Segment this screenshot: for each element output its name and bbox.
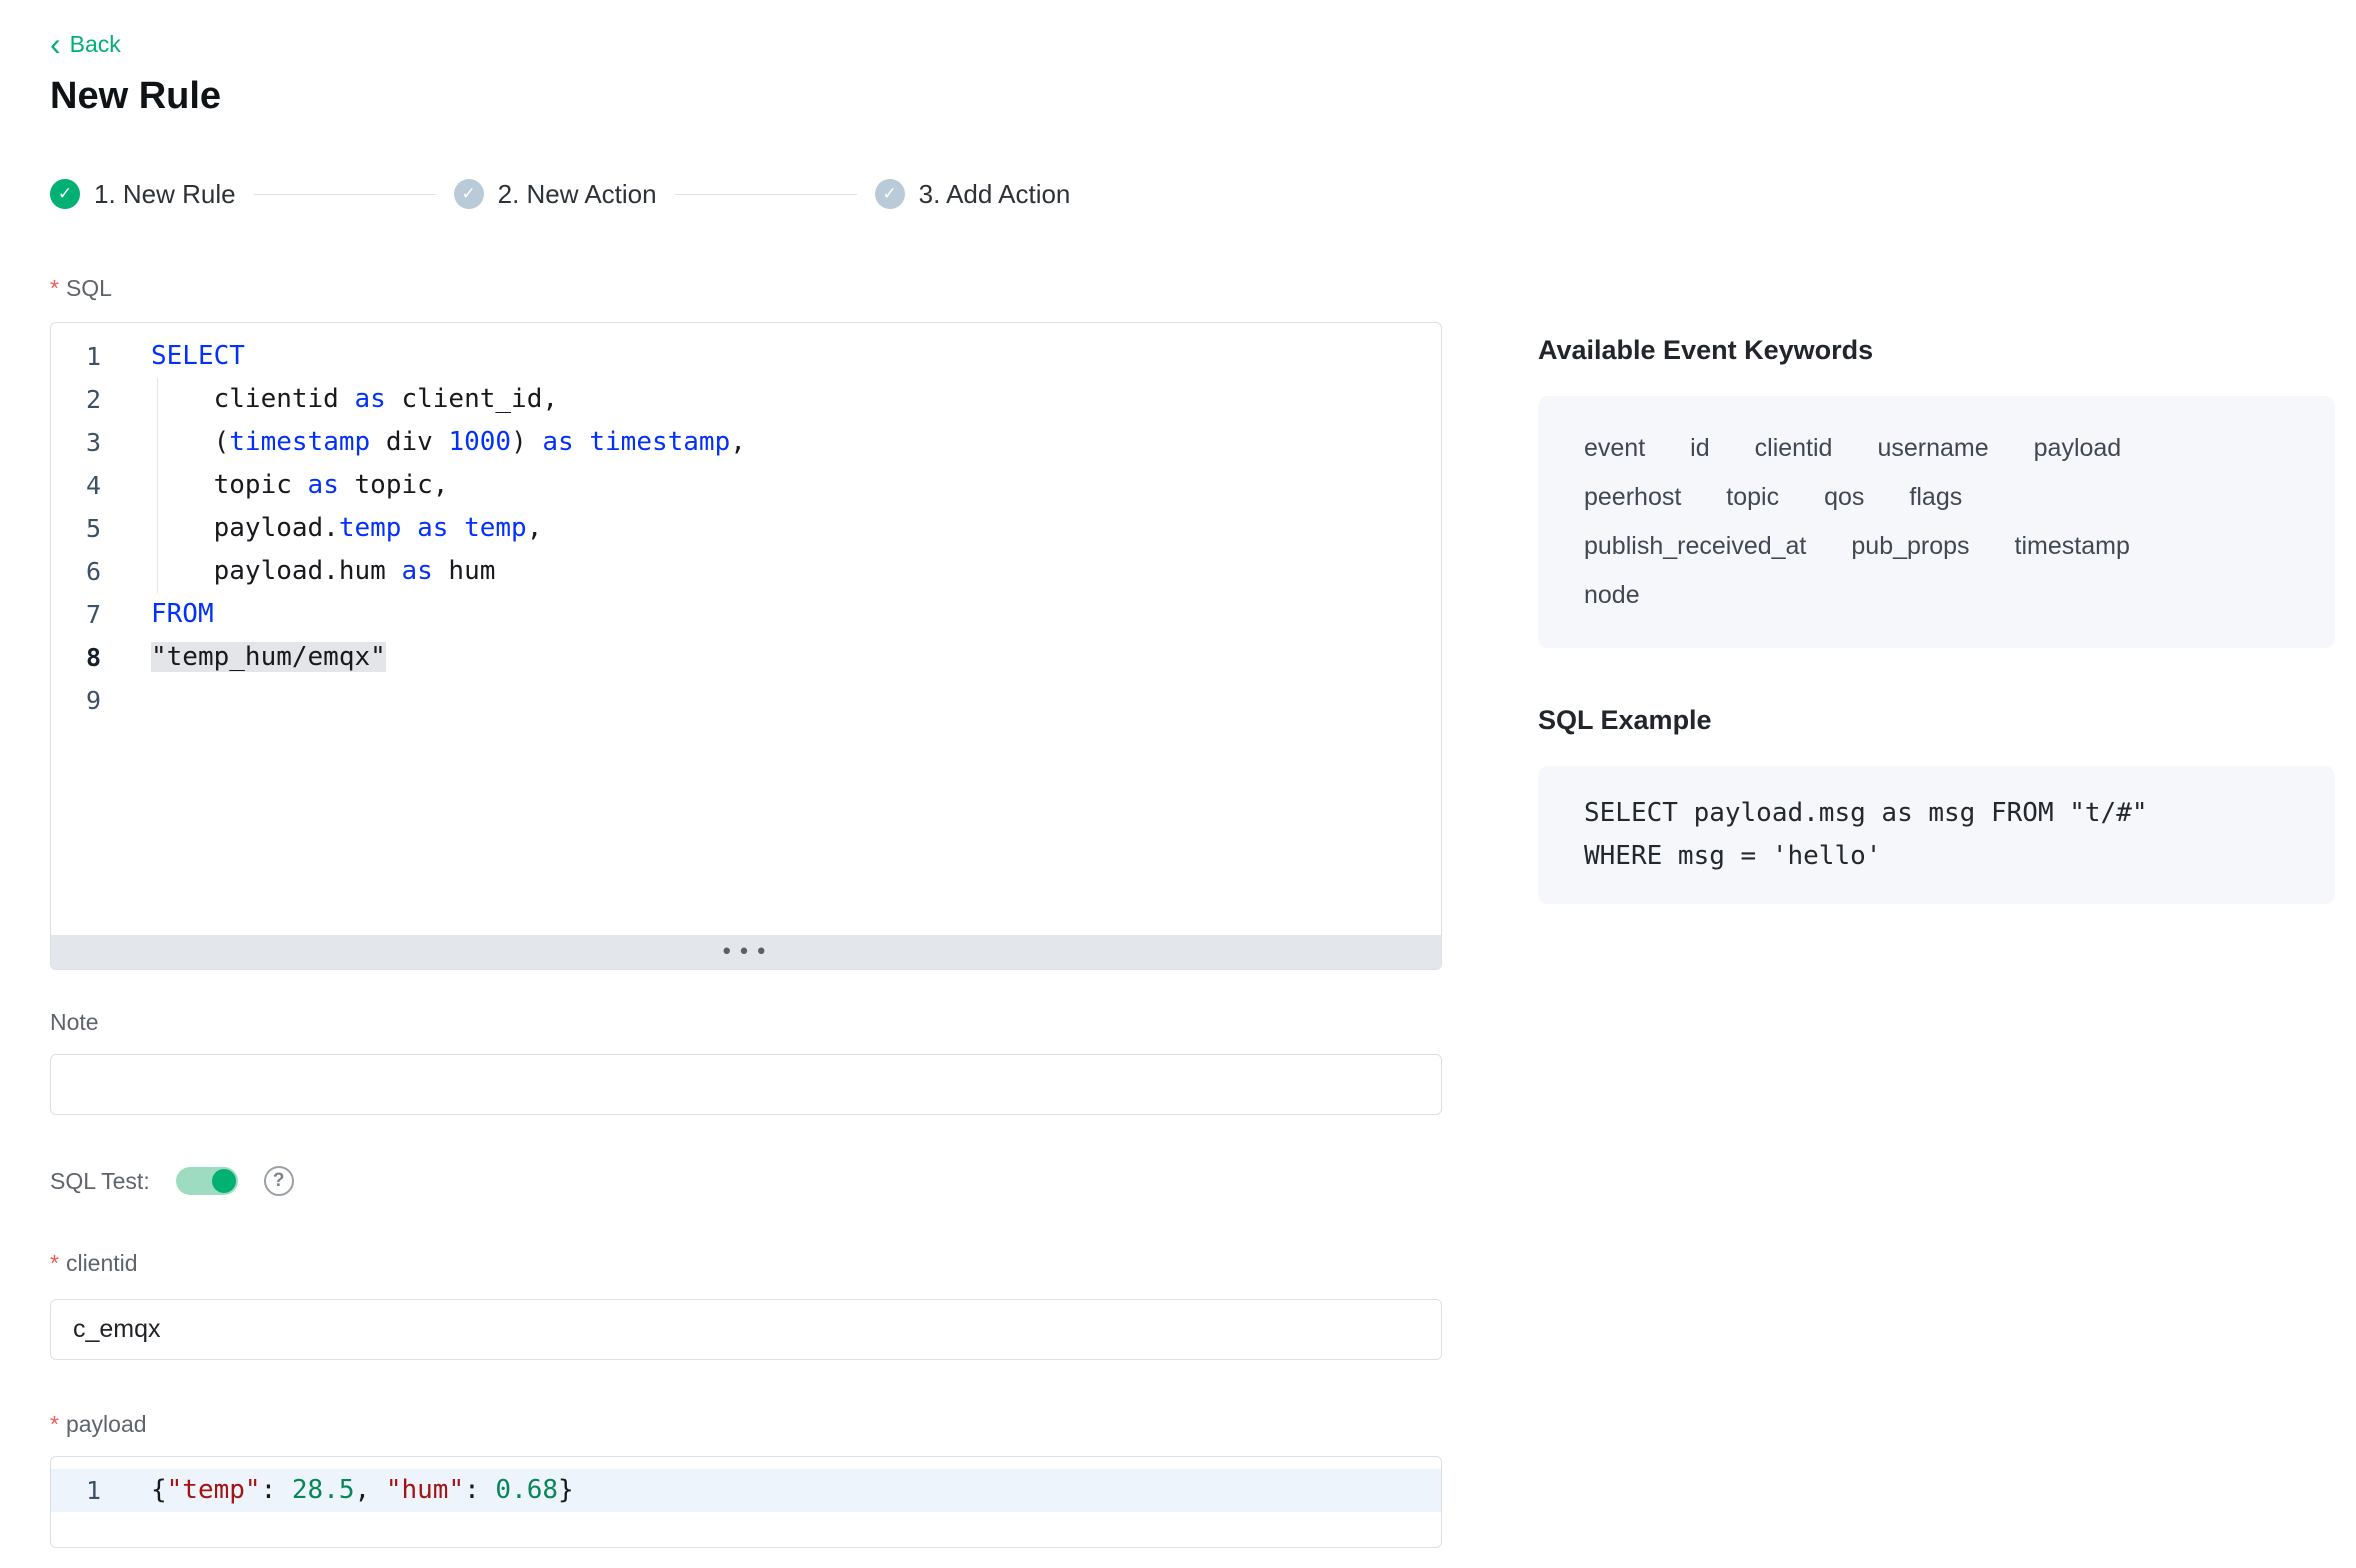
help-question-icon[interactable]: ?	[264, 1166, 294, 1196]
back-chevron-icon: ‹	[50, 31, 61, 57]
step-3-add-action[interactable]: ✓ 3. Add Action	[875, 179, 1071, 210]
indent-guide	[157, 378, 158, 593]
code-line: 8"temp_hum/emqx"	[51, 636, 1441, 679]
page-title: New Rule	[50, 74, 2356, 118]
sql-editor[interactable]: 1SELECT2 clientid as client_id,3 (timest…	[50, 322, 1442, 970]
line-number: 6	[51, 550, 101, 593]
code-line: 2 clientid as client_id,	[51, 378, 1441, 421]
step-2-check-icon: ✓	[454, 179, 484, 209]
line-number: 9	[51, 679, 101, 722]
event-keyword: publish_received_at	[1584, 522, 1806, 571]
note-input[interactable]	[50, 1054, 1442, 1115]
clientid-label: * clientid	[50, 1249, 1442, 1277]
step-connector	[254, 194, 436, 195]
payload-editor-lines: 1{"temp": 28.5, "hum": 0.68}	[51, 1457, 1441, 1547]
code-line: 6 payload.hum as hum	[51, 550, 1441, 593]
event-keyword: event	[1584, 424, 1645, 473]
toggle-knob	[212, 1169, 236, 1193]
resize-dots-icon: •••	[720, 940, 772, 965]
event-keyword: timestamp	[2015, 522, 2130, 571]
code-line: 4 topic as topic,	[51, 464, 1441, 507]
sql-example-heading: SQL Example	[1538, 704, 2335, 736]
step-2-label: 2. New Action	[498, 179, 657, 210]
event-keyword: pub_props	[1851, 522, 1969, 571]
sql-test-label: SQL Test:	[50, 1168, 150, 1195]
keyword-row: node	[1584, 571, 2289, 620]
step-2-new-action[interactable]: ✓ 2. New Action	[454, 179, 657, 210]
event-keyword: peerhost	[1584, 473, 1681, 522]
required-asterisk: *	[50, 1250, 59, 1277]
required-asterisk: *	[50, 1411, 59, 1438]
note-label: Note	[50, 1008, 1442, 1036]
code-line: 5 payload.temp as temp,	[51, 507, 1441, 550]
code-line: 9	[51, 679, 1441, 722]
line-number: 3	[51, 421, 101, 464]
line-number: 2	[51, 378, 101, 421]
steps-bar: ✓ 1. New Rule ✓ 2. New Action ✓ 3. Add A…	[50, 178, 2356, 210]
line-number: 1	[51, 1469, 101, 1512]
sql-test-toggle[interactable]	[176, 1167, 238, 1195]
keyword-row: publish_received_at pub_props timestamp	[1584, 522, 2289, 571]
keywords-heading: Available Event Keywords	[1538, 334, 2335, 366]
sql-field-label: * SQL	[50, 274, 1442, 302]
line-number: 5	[51, 507, 101, 550]
sql-example-panel: SELECT payload.msg as msg FROM "t/#" WHE…	[1538, 766, 2335, 904]
sql-editor-lines: 1SELECT2 clientid as client_id,3 (timest…	[51, 323, 1441, 935]
event-keyword: payload	[2034, 424, 2122, 473]
clientid-input[interactable]	[50, 1299, 1442, 1360]
keyword-row: peerhost topic qos flags	[1584, 473, 2289, 522]
keyword-row: eventid clientid username payload	[1584, 424, 2289, 473]
line-number: 7	[51, 593, 101, 636]
event-keyword: id	[1690, 424, 1709, 473]
payload-editor[interactable]: 1{"temp": 28.5, "hum": 0.68}	[50, 1456, 1442, 1548]
event-keyword: topic	[1726, 473, 1779, 522]
step-3-label: 3. Add Action	[919, 179, 1071, 210]
payload-label: * payload	[50, 1410, 1442, 1438]
event-keyword: node	[1584, 571, 1640, 620]
code-line: 1{"temp": 28.5, "hum": 0.68}	[51, 1469, 1441, 1512]
line-number: 4	[51, 464, 101, 507]
step-1-new-rule[interactable]: ✓ 1. New Rule	[50, 179, 236, 210]
sql-example-line: SELECT payload.msg as msg FROM "t/#"	[1584, 792, 2289, 835]
new-rule-page: ‹ Back New Rule ✓ 1. New Rule ✓ 2. New A…	[0, 0, 2356, 1568]
back-link[interactable]: ‹ Back	[50, 30, 121, 58]
step-1-check-icon: ✓	[50, 179, 80, 209]
code-line: 1SELECT	[51, 335, 1441, 378]
event-keyword: flags	[1909, 473, 1962, 522]
step-3-check-icon: ✓	[875, 179, 905, 209]
event-keyword: clientid	[1755, 424, 1833, 473]
sql-example-line: WHERE msg = 'hello'	[1584, 835, 2289, 878]
back-label: Back	[70, 31, 121, 58]
keywords-panel: eventid clientid username payload peerhost to…	[1538, 396, 2335, 648]
sql-editor-resize-handle[interactable]: •••	[51, 935, 1441, 969]
required-asterisk: *	[50, 275, 59, 302]
code-line: 7FROM	[51, 593, 1441, 636]
event-keyword: qos	[1824, 473, 1864, 522]
event-keyword: username	[1877, 424, 1988, 473]
line-number: 8	[51, 636, 101, 679]
step-connector	[675, 194, 857, 195]
code-line: 3 (timestamp div 1000) as timestamp,	[51, 421, 1441, 464]
step-1-label: 1. New Rule	[94, 179, 236, 210]
line-number: 1	[51, 335, 101, 378]
